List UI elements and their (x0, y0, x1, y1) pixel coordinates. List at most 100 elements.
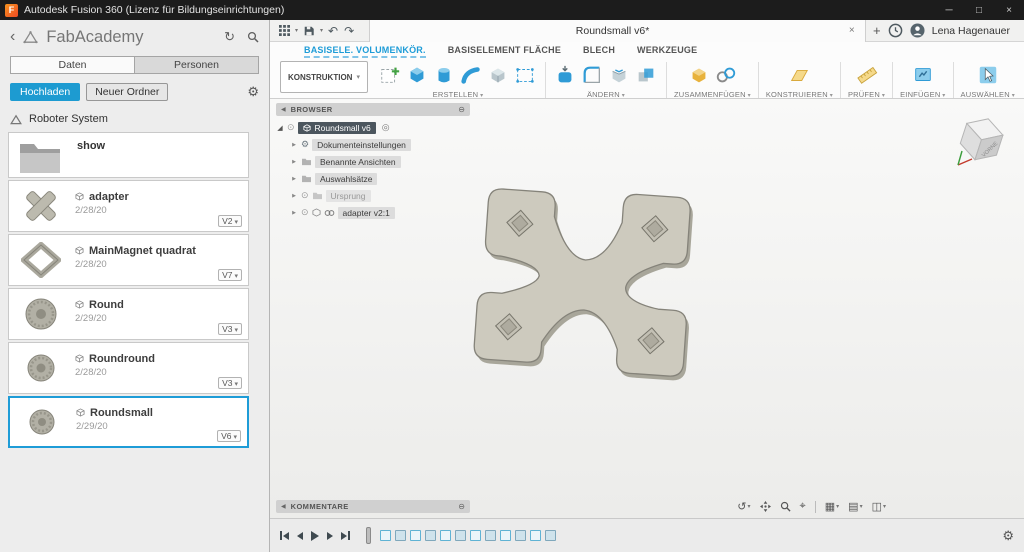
create-form-icon[interactable] (513, 62, 538, 87)
tree-item-chip[interactable]: Auswahlsätze (315, 172, 378, 185)
item-card-adapter[interactable]: adapter 2/28/20 V2 (8, 180, 249, 232)
insert-icon[interactable] (910, 62, 935, 87)
browser-header[interactable]: ◀ BROWSER ⊖ (276, 103, 470, 116)
visibility-bulb-icon[interactable]: ⊙ (301, 190, 309, 201)
timeline-feature-sketch[interactable] (530, 530, 541, 541)
shell-icon[interactable] (607, 62, 632, 87)
version-dropdown[interactable]: V6 (217, 430, 241, 442)
expand-caret-icon[interactable]: ▶ (290, 193, 298, 199)
ribbon-tab-volumenkoerper[interactable]: BASISELE. VOLUMENKÖR. (304, 45, 426, 58)
pan-icon[interactable] (759, 501, 771, 512)
workspace-selector-button[interactable]: KONSTRUKTION (280, 61, 368, 93)
timeline-feature-extrude[interactable] (485, 530, 496, 541)
file-menu-caret-icon[interactable]: ▾ (293, 27, 300, 34)
folder-card-show[interactable]: show (8, 132, 249, 178)
collapse-icon[interactable]: ◀ (281, 503, 286, 510)
close-button[interactable]: × (994, 0, 1024, 20)
grid-settings-icon[interactable]: ▤ ▾ (848, 500, 862, 513)
step-back-button[interactable] (297, 529, 303, 543)
tree-row-dokumenteinstellungen[interactable]: ▶ ⚙ Dokumenteinstellungen (276, 137, 470, 152)
fit-icon[interactable]: ⌖ (800, 500, 806, 513)
tool-group-label-auswaehlen[interactable]: AUSWÄHLEN (961, 90, 1015, 98)
maximize-button[interactable]: □ (964, 0, 994, 20)
tool-group-label-erstellen[interactable]: ERSTELLEN (433, 90, 484, 98)
tree-row-adapter[interactable]: ▶ ⊙ adapter v2:1 (276, 205, 470, 220)
item-card-roundsmall[interactable]: Roundsmall 2/29/20 V6 (8, 396, 249, 448)
back-icon[interactable]: ‹ (10, 29, 15, 45)
redo-icon[interactable]: ↷ (341, 20, 357, 41)
orbit-icon[interactable]: ↺ ▾ (737, 500, 750, 513)
item-card-round[interactable]: Round 2/29/20 V3 (8, 288, 249, 340)
expand-caret-icon[interactable]: ▶ (290, 210, 298, 216)
tool-group-label-aendern[interactable]: ÄNDERN (587, 90, 625, 98)
model-roundsmall[interactable] (455, 175, 713, 387)
ribbon-tab-blech[interactable]: BLECH (583, 45, 615, 55)
timeline-feature-extrude[interactable] (395, 530, 406, 541)
fillet-icon[interactable] (580, 62, 605, 87)
tool-group-label-einfuegen[interactable]: EINFÜGEN (900, 90, 945, 98)
version-dropdown[interactable]: V3 (218, 323, 242, 335)
timeline-feature-extrude[interactable] (425, 530, 436, 541)
document-tab[interactable]: Roundsmall v6* × (369, 19, 866, 42)
expand-caret-icon[interactable]: ▶ (290, 176, 298, 182)
activate-component-radio-icon[interactable]: ◎ (382, 122, 390, 133)
detach-icon[interactable]: ⊖ (458, 105, 465, 114)
joint-icon[interactable] (713, 62, 738, 87)
data-panel-settings-gear-icon[interactable]: ⚙ (247, 84, 259, 100)
primitive-box-icon[interactable] (486, 62, 511, 87)
tree-row-root[interactable]: ◢ ⊙ Roundsmall v6 ◎ (276, 120, 470, 135)
user-name[interactable]: Lena Hagenauer (932, 25, 1010, 37)
data-panel-logo-icon[interactable] (23, 30, 39, 44)
timeline-feature-extrude[interactable] (545, 530, 556, 541)
viewcube[interactable]: VORNE (950, 105, 1016, 171)
display-caret-icon[interactable]: ▾ (836, 503, 839, 510)
timeline-feature-sketch[interactable] (500, 530, 511, 541)
new-folder-button[interactable]: Neuer Ordner (86, 83, 169, 101)
tool-group-label-konstruieren[interactable]: KONSTRUIEREN (766, 90, 833, 98)
visibility-bulb-icon[interactable]: ⊙ (287, 122, 295, 133)
timeline-track[interactable] (366, 527, 1002, 544)
combine-icon[interactable] (634, 62, 659, 87)
item-card-roundround[interactable]: Roundround 2/28/20 V3 (8, 342, 249, 394)
viewport-canvas[interactable]: VORNE ◀ BROWSER ⊖ ◢ ⊙ Roundsmall v6 ◎ ▶ … (270, 99, 1024, 518)
save-caret-icon[interactable]: ▾ (318, 27, 325, 34)
go-to-start-button[interactable] (280, 529, 289, 543)
tool-group-label-zusammenfuegen[interactable]: ZUSAMMENFÜGEN (674, 90, 751, 98)
job-status-icon[interactable] (888, 23, 903, 38)
visibility-bulb-icon[interactable]: ⊙ (301, 207, 309, 218)
construction-plane-icon[interactable] (787, 62, 812, 87)
create-sketch-icon[interactable] (378, 62, 403, 87)
tree-row-ursprung[interactable]: ▶ ⊙ Ursprung (276, 188, 470, 203)
extrude-icon[interactable] (405, 62, 430, 87)
measure-icon[interactable] (854, 62, 879, 87)
document-tab-close-icon[interactable]: × (847, 25, 857, 36)
comments-bar[interactable]: ◀ KOMMENTARE ⊖ (276, 500, 470, 513)
press-pull-icon[interactable] (553, 62, 578, 87)
timeline-feature-sketch[interactable] (380, 530, 391, 541)
timeline-feature-sketch[interactable] (440, 530, 451, 541)
undo-icon[interactable]: ↶ (325, 20, 341, 41)
grid-caret-icon[interactable]: ▾ (860, 503, 863, 510)
revolve-icon[interactable] (432, 62, 457, 87)
upload-button[interactable]: Hochladen (10, 83, 81, 101)
select-cursor-icon[interactable] (975, 62, 1000, 87)
new-document-tab-button[interactable]: + (866, 23, 888, 38)
zoom-icon[interactable] (780, 501, 791, 512)
version-dropdown[interactable]: V3 (218, 377, 242, 389)
tree-item-chip[interactable]: adapter v2:1 (337, 206, 395, 219)
detach-icon[interactable]: ⊖ (458, 502, 465, 511)
viewports-icon[interactable]: ◫ ▾ (872, 500, 886, 513)
display-settings-icon[interactable]: ▦ ▾ (825, 500, 839, 513)
timeline-feature-sketch[interactable] (470, 530, 481, 541)
timeline-feature-extrude[interactable] (515, 530, 526, 541)
tree-item-chip[interactable]: Benannte Ansichten (315, 155, 401, 168)
timeline-settings-gear-icon[interactable]: ⚙ (1002, 528, 1014, 544)
refresh-icon[interactable]: ↻ (224, 29, 235, 45)
timeline-feature-sketch[interactable] (410, 530, 421, 541)
tree-item-chip[interactable]: Ursprung (325, 189, 371, 202)
ribbon-tab-werkzeuge[interactable]: WERKZEUGE (637, 45, 697, 55)
expand-caret-icon[interactable]: ▶ (290, 159, 298, 165)
version-dropdown[interactable]: V7 (218, 269, 242, 281)
minimize-button[interactable]: ─ (934, 0, 964, 20)
ribbon-tab-flaeche[interactable]: BASISELEMENT FLÄCHE (448, 45, 561, 55)
